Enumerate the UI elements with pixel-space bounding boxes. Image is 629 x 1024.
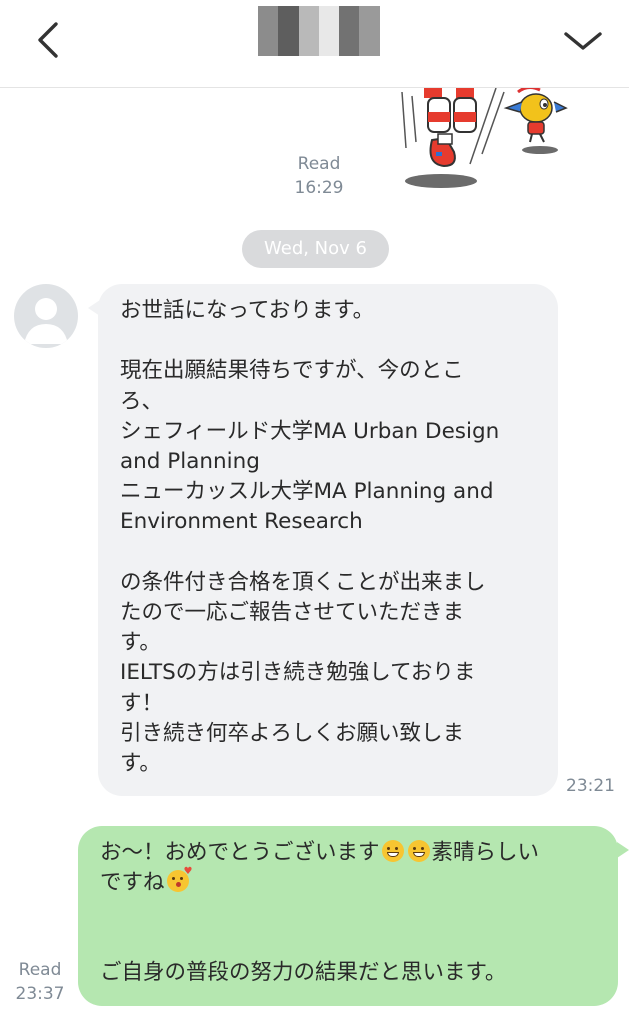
read-receipt: Read 16:29 — [288, 152, 350, 200]
kissing-face-icon: ♥ — [166, 867, 193, 892]
grinning-face-icon — [381, 840, 404, 862]
outgoing-line-2: ですね ♥ — [100, 867, 598, 898]
read-label: Read — [18, 960, 62, 980]
outgoing-line-3: ご自身の普段の努力の結果だと思います。 — [100, 960, 507, 985]
read-label: Read — [297, 154, 341, 174]
date-divider: Wed, Nov 6 — [242, 230, 389, 268]
incoming-message-bubble[interactable]: お世話になっております。 現在出願結果待ちですが、今のとこ ろ、 シェフィールド… — [88, 284, 558, 796]
back-button[interactable] — [22, 18, 74, 70]
outgoing-text-part: ですね — [100, 870, 165, 895]
default-avatar-icon[interactable] — [14, 284, 78, 348]
incoming-message-text: お世話になっております。 現在出願結果待ちですが、今のとこ ろ、 シェフィールド… — [120, 298, 500, 777]
chevron-left-icon — [38, 22, 58, 58]
outgoing-read-receipt: Read 23:37 — [10, 958, 70, 1006]
outgoing-message-bubble[interactable]: お～！おめでとうございます 素晴らしい ですね ♥ ご自身の普段の努力の結果だと思い… — [78, 826, 629, 1006]
incoming-message-time: 23:21 — [566, 776, 615, 796]
outgoing-line-1: お～！おめでとうございます 素晴らしい — [100, 838, 598, 868]
bubble-tail — [88, 300, 100, 316]
chevron-down-icon — [564, 32, 602, 50]
menu-toggle-button[interactable] — [556, 18, 610, 70]
grinning-face-icon — [407, 840, 430, 862]
bubble-tail — [617, 842, 629, 858]
chat-header — [0, 0, 629, 88]
chat-area[interactable]: Read 16:29 Wed, Nov 6 お世話になっております。 現在出願結… — [0, 88, 629, 1024]
contact-name-text — [258, 6, 259, 7]
outgoing-text-part: 素晴らしい — [431, 840, 540, 865]
message-time: 16:29 — [294, 178, 344, 198]
cartoon-sticker-icon[interactable] — [398, 88, 570, 188]
contact-name-blurred[interactable] — [258, 6, 400, 56]
message-time: 23:37 — [15, 984, 65, 1004]
outgoing-text-part: お～！おめでとうございます — [100, 840, 380, 865]
